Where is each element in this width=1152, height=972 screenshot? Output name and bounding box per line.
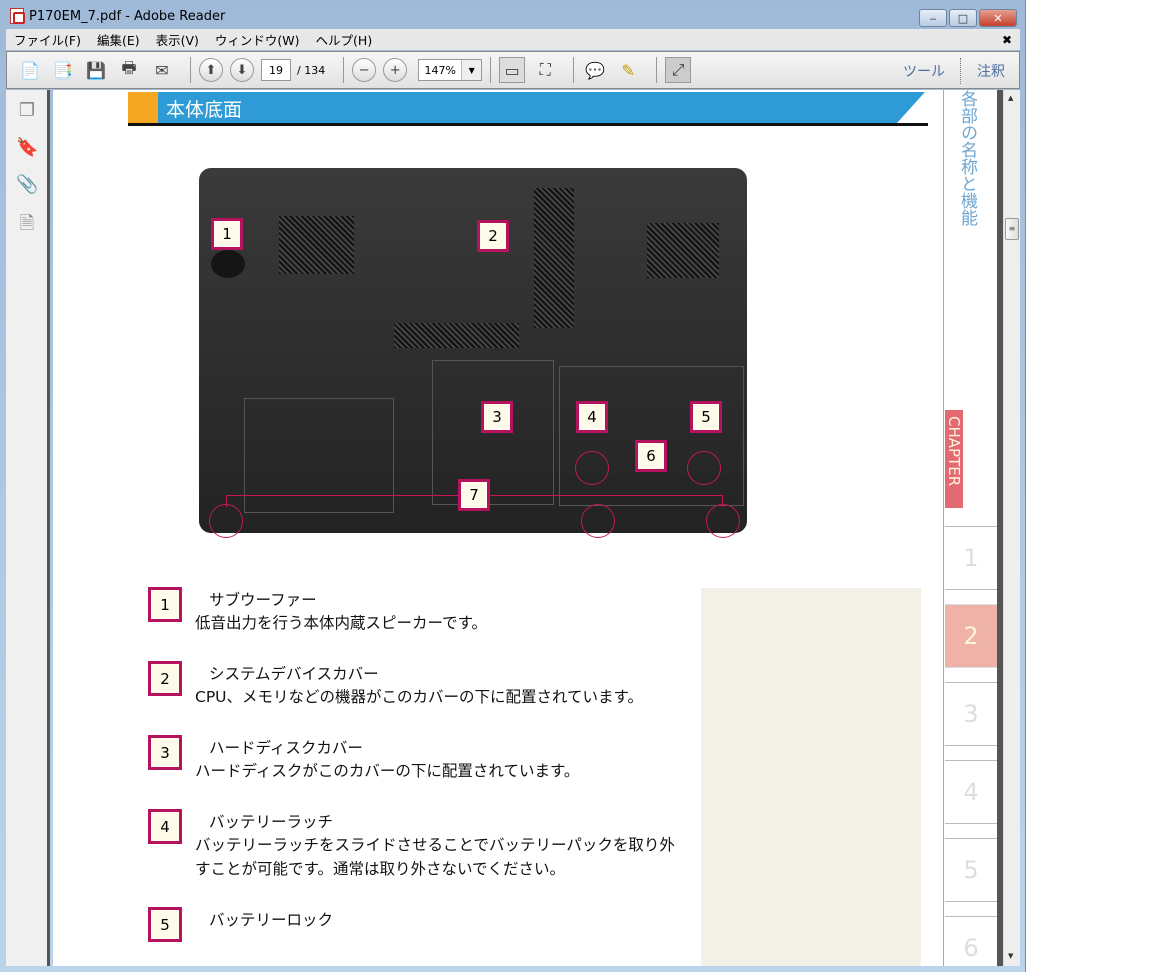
vertical-scrollbar[interactable]: ▲ ≡ ▼ [1003,90,1020,966]
zoom-select[interactable]: 147% ▼ [418,59,483,81]
section-title: 本体底面 [166,99,243,121]
chapter-tabs: CHAPTER 1 2 3 4 5 6 [945,410,997,966]
section-header: 本体底面 [128,92,928,126]
chapter-side-title: 各部の名称と機能 [957,90,977,226]
scroll-thumb[interactable]: ≡ [1005,218,1019,240]
chapter-tab-4: 4 [945,760,997,824]
fit-page-icon[interactable]: ⛶ [532,57,558,83]
next-page-icon[interactable]: ⬇ [230,58,254,82]
header-blue-bar [158,92,925,123]
zoom-value: 147% [424,63,456,77]
list-item: 5 バッテリーロック [148,907,688,942]
full-screen-icon[interactable]: ⤢ [665,57,692,83]
fit-width-icon[interactable]: ▭ [499,57,526,83]
page-number-input[interactable]: 19 [261,59,291,81]
item-title: サブウーファー [209,591,317,609]
photo-label: 6 [635,440,667,472]
window-title: P170EM_7.pdf - Adobe Reader [29,8,226,24]
item-description: CPU、メモリなどの機器がこのカバーの下に配置されています。 [195,688,644,706]
document-properties-icon[interactable]: 🗎 [16,211,38,234]
save-icon[interactable]: 💾 [83,57,109,83]
pdf-icon [10,8,25,24]
zoom-in-icon[interactable]: + [383,58,408,82]
menu-help[interactable]: ヘルプ(H) [316,30,373,49]
attachments-icon[interactable]: 📎 [16,174,38,196]
item-number: 4 [148,809,182,844]
document-view: 本体底面 1 2 3 4 5 6 7 1 サブウーファー 低音出力を行う本体内蔵… [53,90,997,966]
item-number: 5 [148,907,182,942]
menu-edit[interactable]: 編集(E) [97,30,140,49]
menu-view[interactable]: 表示(V) [156,30,199,49]
parts-list: 1 サブウーファー低音出力を行う本体内蔵スピーカーです。 2 システムデバイスカバー… [148,587,688,957]
maximize-button[interactable]: □ [949,9,977,27]
sidebar-note-area [701,588,921,966]
list-item: 4 バッテリーラッチバッテリーラッチをスライドさせることでバッテリーパックを取り外… [148,809,688,881]
chapter-tab-5: 5 [945,838,997,902]
divider [656,57,658,83]
close-button[interactable]: ✕ [979,9,1017,27]
photo-label: 5 [690,401,722,433]
zoom-out-icon[interactable]: − [352,58,377,82]
photo-label: 1 [211,218,243,250]
comment-pane-button[interactable]: 注釈 [977,61,1005,81]
item-description: 低音出力を行う本体内蔵スピーカーです。 [195,614,488,632]
chapter-tab-6: 6 [945,916,997,966]
menu-window[interactable]: ウィンドウ(W) [215,30,300,49]
menu-bar: ファイル(F) 編集(E) 表示(V) ウィンドウ(W) ヘルプ(H) ✖ [6,29,1020,50]
divider [943,90,944,966]
comment-icon[interactable]: 💬 [582,57,608,83]
page-thumbnails-icon[interactable]: ❐ [16,100,38,122]
chevron-down-icon[interactable]: ▼ [461,60,482,80]
list-item: 3 ハードディスクカバーハードディスクがこのカバーの下に配置されています。 [148,735,688,783]
item-number: 3 [148,735,182,770]
convert-pdf-icon[interactable]: 📑 [50,57,76,83]
title-bar: P170EM_7.pdf - Adobe Reader [10,8,225,24]
email-icon[interactable]: ✉ [149,57,175,83]
item-description: ハードディスクがこのカバーの下に配置されています。 [195,762,580,780]
photo-label: 3 [481,401,513,433]
list-item: 2 システムデバイスカバー CPU、メモリなどの機器がこのカバーの下に配置されていま… [148,661,688,709]
create-pdf-icon[interactable]: 📄 [17,57,43,83]
item-title: バッテリーロック [209,911,334,929]
previous-page-icon[interactable]: ⬆ [199,58,223,82]
divider [573,57,575,83]
total-pages: / 134 [297,63,326,77]
chapter-tab-3: 3 [945,682,997,746]
highlight-text-icon[interactable]: ✎ [615,57,641,83]
item-title: ハードディスクカバー [209,739,363,757]
scroll-up-icon[interactable]: ▲ [1008,94,1013,102]
list-item: 1 サブウーファー低音出力を行う本体内蔵スピーカーです。 [148,587,688,635]
item-title: システムデバイスカバー [209,665,379,683]
item-number: 1 [148,587,182,622]
photo-label: 2 [477,220,509,252]
tools-pane-button[interactable]: ツール [903,61,945,81]
divider [490,57,492,83]
divider [190,57,191,83]
item-description: バッテリーラッチをスライドさせることでバッテリーパックを取り外すことが可能です。… [195,836,675,878]
divider [960,58,961,84]
divider [343,57,345,83]
navigation-pane: ❐ 🔖 📎 🗎 [6,90,50,966]
bookmarks-icon[interactable]: 🔖 [16,137,38,159]
chapter-tab-2: 2 [945,604,997,668]
laptop-bottom-photo: 1 2 3 4 5 6 7 [195,168,750,538]
chapter-tab-1: 1 [945,526,997,590]
photo-label: 4 [576,401,608,433]
menu-file[interactable]: ファイル(F) [14,30,81,49]
close-document-button[interactable]: ✖ [1002,33,1012,47]
item-number: 2 [148,661,182,696]
photo-label: 7 [458,479,490,511]
print-icon[interactable]: 🖶 [116,57,142,83]
scroll-down-icon[interactable]: ▼ [1008,952,1013,960]
adobe-reader-window: P170EM_7.pdf - Adobe Reader ‒ □ ✕ ファイル(F… [0,0,1026,972]
header-orange-block [128,92,158,123]
toolbar: 📄 📑 💾 🖶 ✉ ⬆ ⬇ 19 / 134 − + 147% ▼ ▭ ⛶ 💬 ✎… [6,51,1020,89]
chapter-label: CHAPTER [945,410,963,508]
minimize-button[interactable]: ‒ [919,9,947,27]
item-title: バッテリーラッチ [209,813,334,831]
